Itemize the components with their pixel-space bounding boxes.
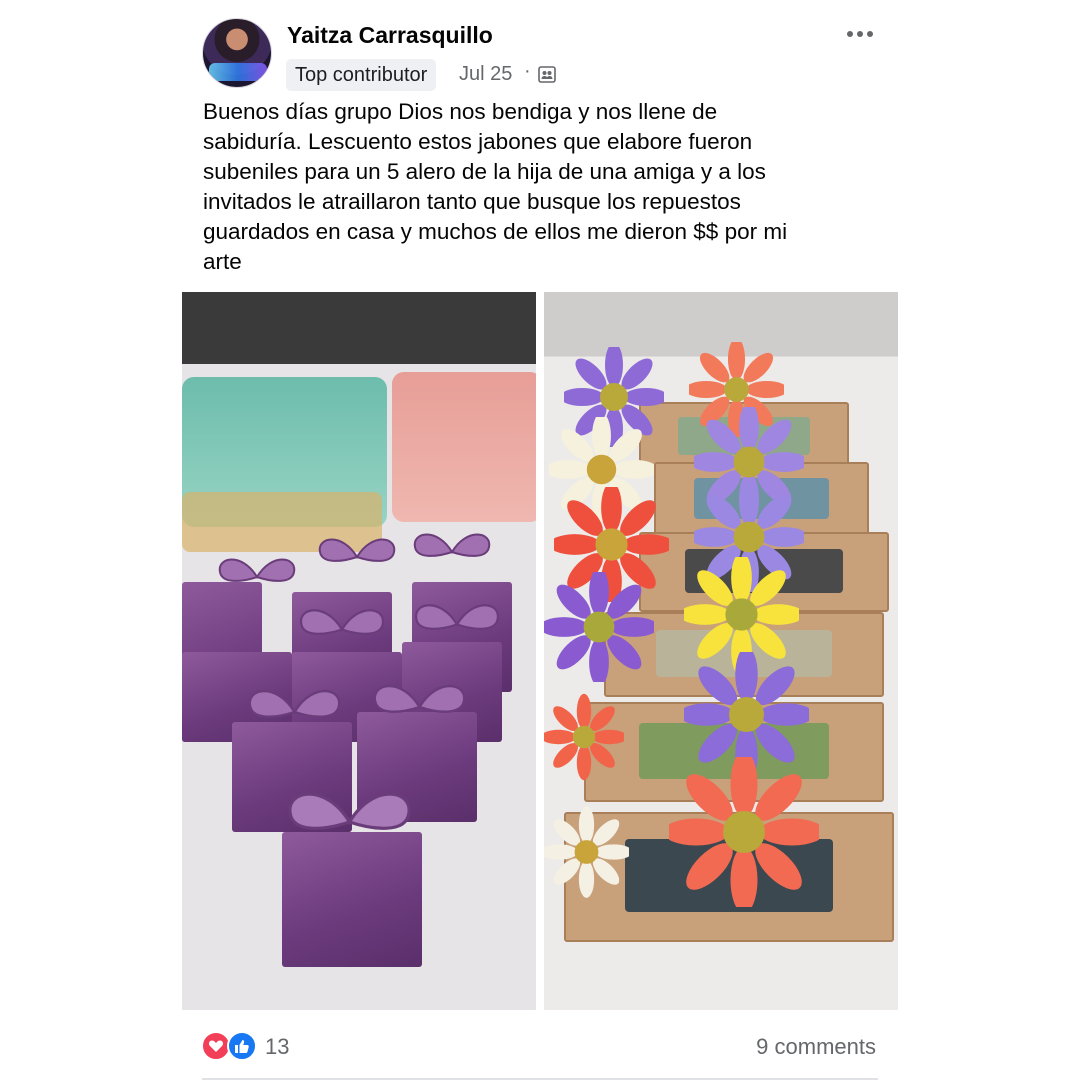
- love-reaction-icon: [201, 1031, 231, 1061]
- post-date[interactable]: Jul 25: [459, 63, 512, 86]
- group-icon: [538, 66, 556, 83]
- like-reaction-icon: [227, 1031, 257, 1061]
- reaction-count[interactable]: 13: [265, 1034, 289, 1060]
- photo-purple-butterfly-boxes[interactable]: [182, 292, 536, 1010]
- top-contributor-badge[interactable]: Top contributor: [286, 59, 437, 91]
- facebook-post: Yaitza Carrasquillo Top contributor Jul …: [0, 0, 1080, 1080]
- author-avatar[interactable]: [202, 18, 272, 88]
- comments-count[interactable]: 9 comments: [756, 1034, 876, 1060]
- photo-soaps-with-flowers[interactable]: [544, 292, 898, 1010]
- separator-dot: ·: [524, 60, 531, 82]
- reaction-icons[interactable]: [201, 1031, 259, 1061]
- more-horizontal-icon[interactable]: [840, 22, 880, 46]
- post-text: Buenos días grupo Dios nos bendiga y nos…: [203, 99, 788, 274]
- author-name[interactable]: Yaitza Carrasquillo: [287, 22, 493, 49]
